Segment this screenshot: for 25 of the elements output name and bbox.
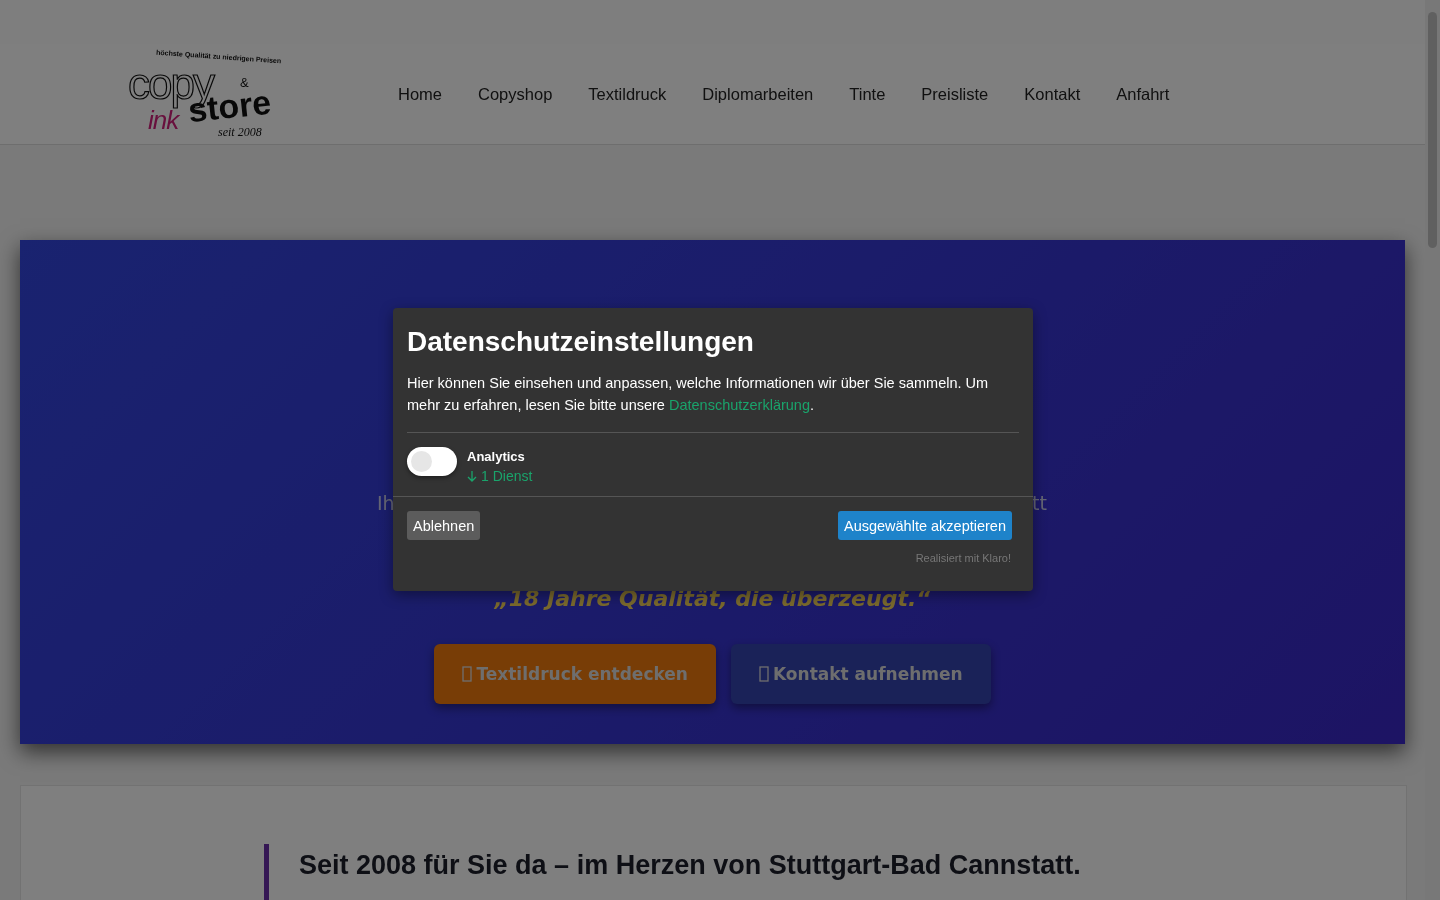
accept-button[interactable]: Ausgewählte akzeptieren xyxy=(837,511,1012,540)
service-count-link[interactable]: 1 Dienst xyxy=(467,468,533,484)
nav-link[interactable]: Home xyxy=(398,84,442,104)
hero-subtitle: tt xyxy=(1032,492,1047,514)
nav-link[interactable]: Kontakt xyxy=(1024,84,1081,104)
service-name: Analytics xyxy=(467,449,526,464)
nav-link[interactable]: Diplomarbeiten xyxy=(702,84,814,104)
hero-subtitle: Ih xyxy=(377,492,395,514)
privacy-link[interactable]: Datenschutzerklärung xyxy=(668,397,810,413)
section-heading: Seit 2008 für Sie da – im Herzen von Stuttgart-Bad Cannstatt. xyxy=(264,844,1081,900)
nav-link[interactable]: Textildruck xyxy=(588,84,667,104)
missing-glyph-icon xyxy=(462,666,473,682)
credit-text: Realisiert mit Klaro! xyxy=(915,552,1011,564)
hero-quote: „18 Jahre Qualität, die überzeugt.“ xyxy=(493,586,932,611)
nav-link[interactable]: Copyshop xyxy=(478,84,553,104)
cta-button[interactable]: Kontakt aufnehmen xyxy=(730,644,991,704)
missing-glyph-icon xyxy=(758,666,769,682)
decline-button[interactable]: Ablehnen xyxy=(407,511,481,540)
nav-link[interactable]: Tinte xyxy=(849,84,886,104)
dialog-text: Hier können Sie einsehen und anpassen, welche Informationen wir über Sie sammeln. Um mehr zu erfahren, lesen Sie bitte unsere Datenschutzerklärung. xyxy=(407,372,1019,433)
dialog-title: Datenschutzeinstellungen xyxy=(406,325,755,358)
arrow-down-icon xyxy=(467,470,477,482)
nav-link[interactable]: Anfahrt xyxy=(1116,84,1170,104)
toggle-switch[interactable] xyxy=(407,447,457,476)
nav-link[interactable]: Preisliste xyxy=(921,84,989,104)
